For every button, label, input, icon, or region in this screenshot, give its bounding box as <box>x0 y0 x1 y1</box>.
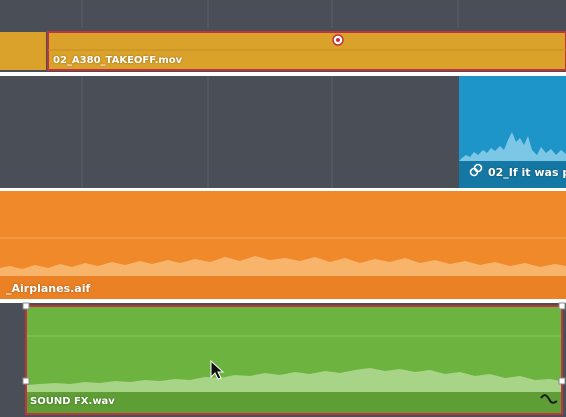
track-separator <box>0 72 566 76</box>
clip-handle-bottom-left[interactable] <box>22 377 30 385</box>
video-clip-name: 02_A380_TAKEOFF.mov <box>53 55 183 66</box>
audio-clip-3-name: SOUND FX.wav <box>30 396 115 407</box>
timeline-view: 02_A380_TAKEOFF.mov 02_If it was po _Air… <box>0 0 566 417</box>
audio-clip-2-name: _Airplanes.aif <box>6 282 91 295</box>
audio-clip-1-name: 02_If it was po <box>488 166 566 179</box>
clip-handle-top-right[interactable] <box>558 302 566 310</box>
video-clip-previous[interactable] <box>0 32 46 70</box>
timeline-ruler[interactable] <box>0 0 566 28</box>
track-separator <box>0 299 566 303</box>
clip-handle-bottom-right[interactable] <box>558 377 566 385</box>
marker-icon[interactable] <box>332 34 344 46</box>
clip-handle-top-left[interactable] <box>22 302 30 310</box>
track-separator <box>0 188 566 191</box>
